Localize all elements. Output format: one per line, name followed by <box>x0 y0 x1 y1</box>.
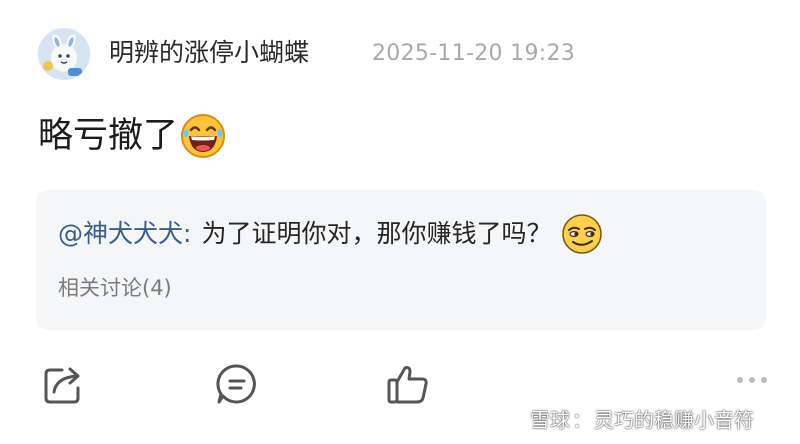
author-name[interactable]: 明辨的涨停小蝴蝶 <box>109 36 309 70</box>
post-timestamp: 2025-11-20 19:23 <box>372 41 576 66</box>
related-discussion-link[interactable]: 相关讨论(4) <box>58 272 172 304</box>
watermark: 雪球 ： 灵巧的稳赚小音符 <box>498 402 754 434</box>
post-text: 略亏撤了 <box>38 116 179 156</box>
comment-button[interactable] <box>211 358 263 410</box>
like-button[interactable] <box>382 358 434 410</box>
quoted-text: 为了证明你对，那你赚钱了吗？ <box>201 219 552 248</box>
smug-face-emoji <box>562 214 603 254</box>
avatar[interactable] <box>38 28 90 80</box>
laughing-face-emoji <box>181 114 226 158</box>
user-mention-link[interactable]: @神犬犬犬: <box>58 212 191 256</box>
comment-icon <box>216 364 256 404</box>
xueqiu-logo-icon <box>498 405 524 431</box>
watermark-account: 灵巧的稳赚小音符 <box>594 407 754 432</box>
watermark-brand: 雪球 <box>530 407 570 432</box>
avatar-illustration <box>38 28 90 80</box>
like-icon <box>387 366 428 404</box>
post-content: 略亏撤了 <box>38 112 226 160</box>
quoted-comment: @神犬犬犬: 为了证明你对，那你赚钱了吗？ <box>58 212 603 256</box>
share-icon <box>44 367 80 404</box>
quoted-comment-card[interactable]: @神犬犬犬: 为了证明你对，那你赚钱了吗？ 相关讨论(4) <box>36 190 766 330</box>
watermark-separator: ： <box>572 407 592 432</box>
share-button[interactable] <box>38 358 90 410</box>
